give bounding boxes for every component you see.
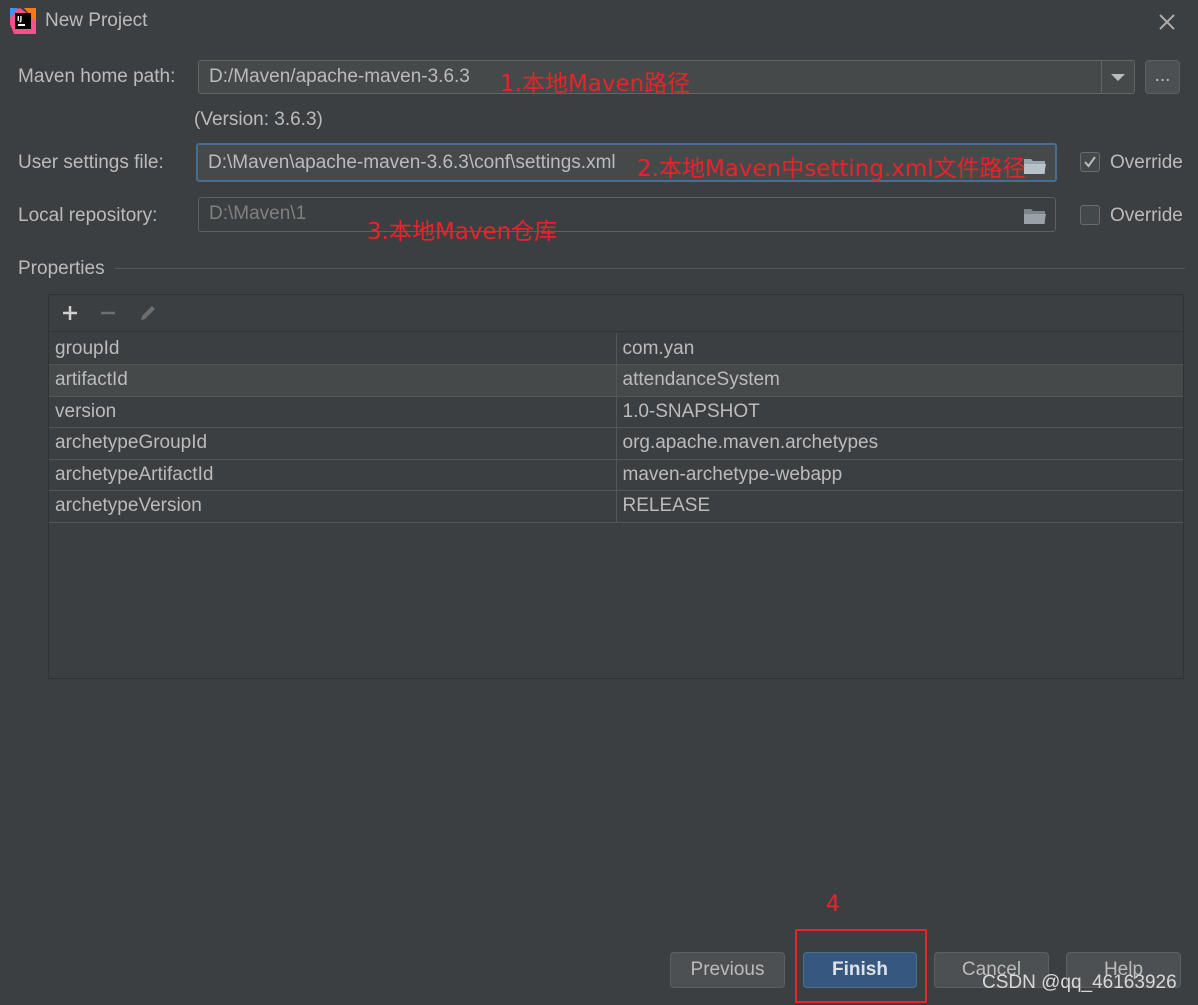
local-repo-label: Local repository: <box>18 205 158 226</box>
table-row[interactable]: version 1.0-SNAPSHOT <box>49 396 1183 428</box>
annotation-settings-path: 2.本地Maven中setting.xml文件路径 <box>637 156 1026 182</box>
annotation-local-repo: 3.本地Maven仓库 <box>367 219 558 245</box>
maven-home-value: D:/Maven/apache-maven-3.6.3 <box>209 66 470 87</box>
folder-icon <box>1023 205 1047 225</box>
intellij-app-icon: IJ <box>10 8 36 34</box>
chevron-down-icon[interactable] <box>1102 61 1134 93</box>
window-title: New Project <box>45 10 148 31</box>
properties-toolbar <box>49 295 1183 332</box>
user-settings-value: D:\Maven\apache-maven-3.6.3\conf\setting… <box>208 152 616 173</box>
local-repo-field: D:\Maven\1 <box>198 197 1056 232</box>
folder-icon[interactable] <box>1023 153 1047 174</box>
svg-text:IJ: IJ <box>17 15 22 23</box>
properties-table: groupId com.yan artifactId attendanceSystem… <box>49 333 1183 523</box>
local-repo-value: D:\Maven\1 <box>209 203 307 224</box>
csdn-watermark: CSDN @qq_46163926 <box>982 972 1177 993</box>
edit-icon <box>137 302 159 324</box>
property-value-cell[interactable]: RELEASE <box>616 490 1183 523</box>
add-icon[interactable] <box>59 302 81 324</box>
remove-icon <box>97 302 119 324</box>
properties-panel: groupId com.yan artifactId attendanceSystem… <box>48 294 1184 679</box>
property-value-cell[interactable]: maven-archetype-webapp <box>616 459 1183 491</box>
property-key-cell[interactable]: version <box>49 396 617 428</box>
property-value-cell[interactable]: attendanceSystem <box>616 364 1183 397</box>
table-row[interactable]: groupId com.yan <box>49 333 1183 365</box>
previous-button[interactable]: Previous <box>670 952 785 988</box>
annotation-step-4: 4 <box>826 892 840 917</box>
local-repo-override-checkbox[interactable] <box>1080 205 1100 225</box>
property-key-cell[interactable]: archetypeGroupId <box>49 427 617 460</box>
table-row[interactable]: artifactId attendanceSystem <box>49 364 1183 397</box>
close-icon[interactable] <box>1154 9 1180 35</box>
table-row[interactable]: archetypeVersion RELEASE <box>49 490 1183 523</box>
annotation-maven-path: 1.本地Maven路径 <box>500 71 691 97</box>
property-key-cell[interactable]: archetypeArtifactId <box>49 459 617 491</box>
finish-button[interactable]: Finish <box>803 952 917 988</box>
property-key-cell[interactable]: artifactId <box>49 364 617 397</box>
table-row[interactable]: archetypeArtifactId maven-archetype-webap… <box>49 459 1183 491</box>
table-row[interactable]: archetypeGroupId org.apache.maven.archety… <box>49 427 1183 460</box>
property-key-cell[interactable]: groupId <box>49 333 617 365</box>
user-settings-override-label[interactable]: Override <box>1110 152 1183 174</box>
properties-header: Properties <box>18 258 105 279</box>
browse-maven-home-button[interactable]: ... <box>1145 60 1180 94</box>
property-value-cell[interactable]: 1.0-SNAPSHOT <box>616 396 1183 428</box>
title-bar: IJ New Project <box>0 0 1198 44</box>
version-text: (Version: 3.6.3) <box>194 109 323 130</box>
property-value-cell[interactable]: com.yan <box>616 333 1183 365</box>
local-repo-override-label[interactable]: Override <box>1110 205 1183 227</box>
user-settings-label: User settings file: <box>18 152 164 173</box>
property-value-cell[interactable]: org.apache.maven.archetypes <box>616 427 1183 460</box>
maven-home-label: Maven home path: <box>18 66 176 87</box>
property-key-cell[interactable]: archetypeVersion <box>49 490 617 523</box>
properties-separator <box>115 268 1185 269</box>
user-settings-override-checkbox[interactable] <box>1080 152 1100 172</box>
